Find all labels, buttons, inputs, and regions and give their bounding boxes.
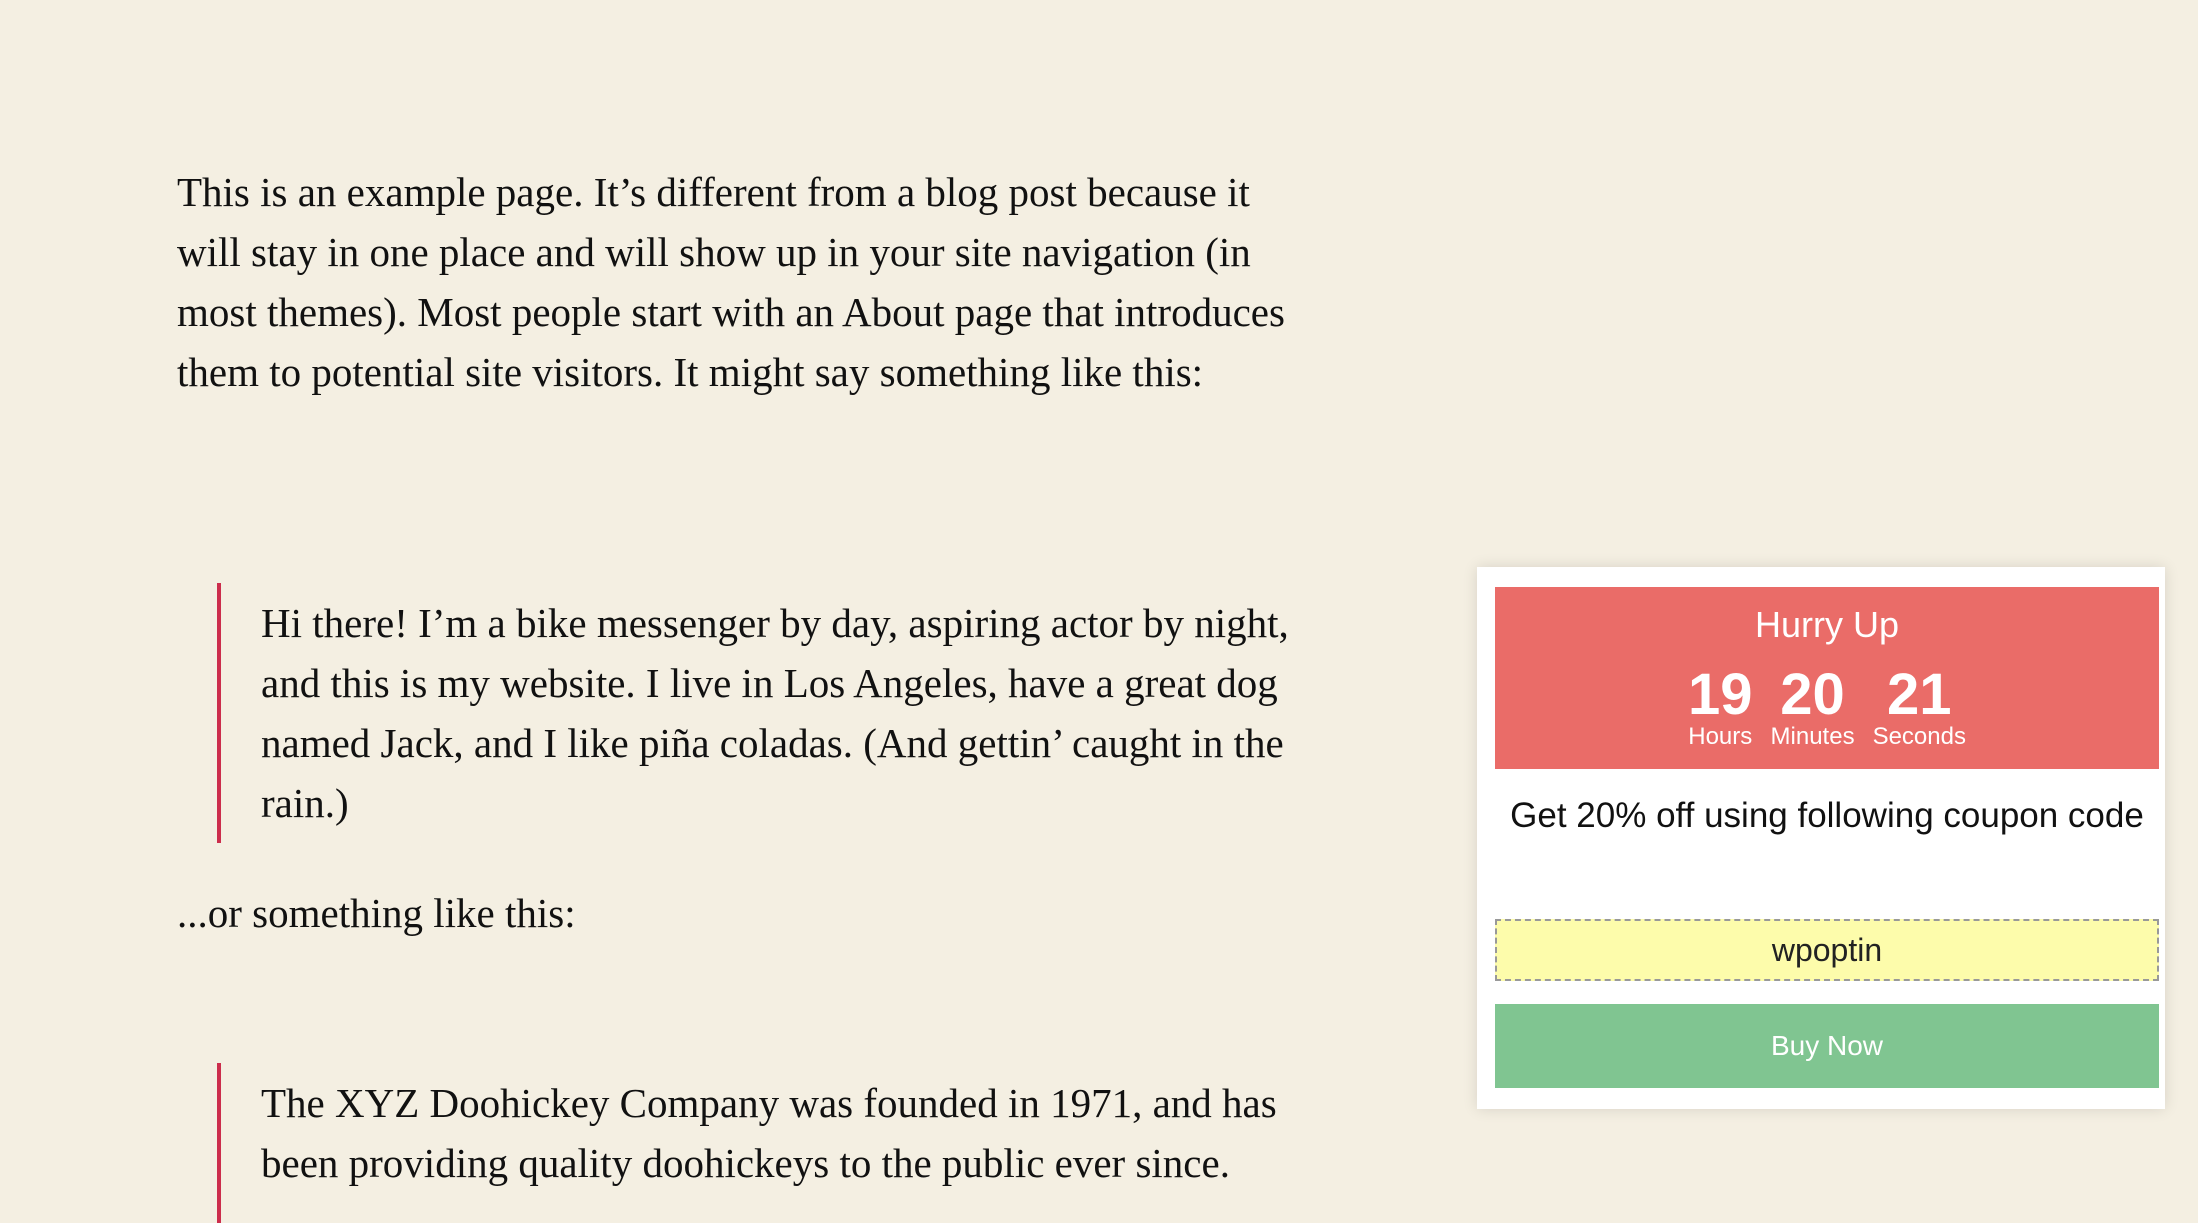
offer-text: Get 20% off using following coupon code: [1510, 796, 2144, 835]
countdown-hours-value: 19: [1688, 662, 1753, 727]
countdown-minutes-label: Minutes: [1770, 723, 1855, 750]
coupon-code-box[interactable]: wpoptin: [1495, 919, 2159, 981]
countdown-title: Hurry Up: [1754, 604, 1900, 645]
countdown-seconds: 21 Seconds: [1872, 662, 1966, 751]
countdown-timer: 19 Hours 20 Minutes 21 Seconds: [1495, 662, 2159, 751]
article-body: This is an example page. It’s different …: [177, 162, 1302, 402]
coupon-popup-widget: Hurry Up 19 Hours 20 Minutes 21 Seconds …: [1477, 567, 2165, 1109]
blockquote-example-2: The XYZ Doohickey Company was founded in…: [217, 1063, 1342, 1223]
or-text-paragraph: ...or something like this:: [177, 890, 576, 936]
countdown-banner: Hurry Up 19 Hours 20 Minutes 21 Seconds: [1495, 587, 2159, 769]
blockquote-example-1: Hi there! I’m a bike messenger by day, a…: [217, 583, 1342, 843]
countdown-seconds-label: Seconds: [1872, 723, 1966, 750]
intro-paragraph: This is an example page. It’s different …: [177, 169, 1285, 395]
countdown-minutes-value: 20: [1780, 662, 1845, 727]
blockquote-text: Hi there! I’m a bike messenger by day, a…: [261, 600, 1289, 826]
countdown-seconds-value: 21: [1887, 662, 1952, 727]
countdown-minutes: 20 Minutes: [1770, 662, 1855, 751]
buy-now-button[interactable]: Buy Now: [1495, 1004, 2159, 1088]
countdown-hours-label: Hours: [1688, 723, 1753, 750]
blockquote-text: The XYZ Doohickey Company was founded in…: [261, 1080, 1277, 1186]
countdown-hours: 19 Hours: [1688, 662, 1753, 751]
